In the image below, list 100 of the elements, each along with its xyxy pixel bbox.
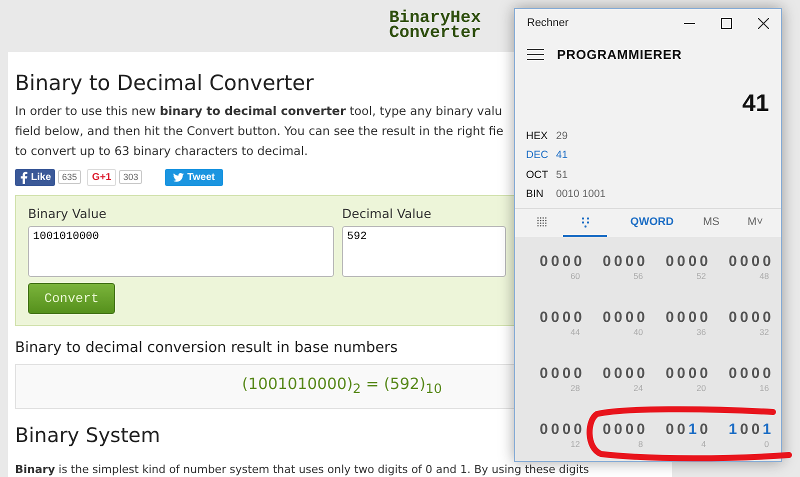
bit-toggle[interactable]: 0: [676, 253, 686, 271]
bit-toggle[interactable]: 0: [676, 421, 686, 439]
bit-toggle[interactable]: 0: [700, 309, 708, 327]
bit-toggle[interactable]: 0: [625, 365, 634, 383]
bit-toggle[interactable]: 0: [688, 253, 697, 271]
bit-position-label: 48: [760, 271, 770, 281]
bit-toggle[interactable]: 0: [614, 365, 622, 383]
bit-toggle[interactable]: 0: [740, 309, 748, 327]
bit-toggle[interactable]: 0: [602, 253, 611, 271]
memory-button[interactable]: M˅: [748, 209, 764, 237]
facebook-icon: [19, 170, 28, 184]
bit-toggle[interactable]: 0: [550, 421, 560, 439]
bit-toggle[interactable]: 0: [762, 253, 771, 271]
bit-toggle[interactable]: 0: [602, 365, 611, 383]
bit-toggle[interactable]: 0: [728, 309, 737, 327]
close-icon[interactable]: [758, 18, 769, 29]
bit-toggle[interactable]: 0: [666, 253, 674, 271]
bit-position-label: 12: [570, 439, 581, 449]
binary-value-field[interactable]: 1001010000: [28, 226, 334, 277]
bit-toggle[interactable]: 0: [574, 421, 582, 439]
bit-toggle[interactable]: 0: [751, 421, 760, 439]
word-size-button[interactable]: QWORD: [629, 209, 675, 237]
bit-toggle[interactable]: 0: [636, 253, 645, 271]
bit-toggle[interactable]: 0: [751, 365, 760, 383]
bit-toggle[interactable]: 0: [562, 365, 571, 383]
bit-toggle[interactable]: 0: [625, 253, 634, 271]
bit-position-label: 60: [570, 271, 581, 281]
bit-toggle[interactable]: 0: [700, 421, 708, 439]
bit-toggle[interactable]: 0: [574, 365, 582, 383]
bit-toggle[interactable]: 0: [540, 365, 548, 383]
number-base-row[interactable]: BIN 0010 1001: [515, 184, 781, 204]
google-plus-button[interactable]: G+1: [87, 168, 116, 186]
bit-toggle[interactable]: 0: [676, 365, 686, 383]
bit-toggle[interactable]: 1: [688, 421, 697, 439]
bit-toggle[interactable]: 0: [625, 421, 634, 439]
bit-position-label: 40: [634, 327, 644, 337]
bit-toggle[interactable]: 0: [740, 421, 748, 439]
bit-position-label: 36: [696, 327, 707, 337]
bit-toggle[interactable]: 0: [550, 253, 560, 271]
bit-toggle[interactable]: 0: [636, 365, 645, 383]
bit-toggle[interactable]: 0: [562, 253, 571, 271]
bit-toggle[interactable]: 0: [728, 365, 737, 383]
memory-button[interactable]: MS: [703, 209, 720, 237]
bit-toggle[interactable]: 0: [574, 309, 582, 327]
bit-toggle[interactable]: 0: [700, 253, 708, 271]
facebook-like-button[interactable]: Like: [15, 168, 56, 186]
bit-toggle[interactable]: 0: [550, 365, 560, 383]
bit-toggle[interactable]: 0: [614, 253, 622, 271]
bit-toggle[interactable]: 0: [562, 421, 571, 439]
bit-toggle[interactable]: 0: [700, 365, 708, 383]
bit-toggle[interactable]: 0: [574, 253, 582, 271]
bit-position-label: 28: [570, 383, 581, 393]
maximize-icon[interactable]: [721, 18, 732, 29]
bit-toggle[interactable]: 0: [602, 421, 611, 439]
intro-paragraph: In order to use this new binary to decimal converter tool, type any binary valu field below, and then hit the Convert button. You can see the result in the right fie to convert up to 63 binary characters to decimal.: [15, 103, 504, 160]
bit-toggle[interactable]: 0: [666, 309, 674, 327]
bit-toggle[interactable]: 0: [762, 365, 771, 383]
bit-toggle[interactable]: 0: [666, 365, 674, 383]
decimal-value-field[interactable]: 592: [342, 226, 506, 277]
menu-icon[interactable]: [527, 49, 544, 60]
bit-toggle[interactable]: 0: [666, 421, 674, 439]
bit-toggle[interactable]: 0: [751, 309, 760, 327]
display-value: 41: [741, 88, 770, 118]
bit-position-label: 24: [634, 383, 644, 393]
bit-toggle[interactable]: 0: [676, 309, 686, 327]
section-paragraph: Binary is the simplest kind of number system that uses only two digits of 0 and 1. By using these digits: [15, 464, 590, 476]
bit-toggle[interactable]: 1: [762, 421, 771, 439]
bit-toggle[interactable]: 0: [636, 421, 645, 439]
result-heading: Binary to decimal conversion result in base numbers: [15, 340, 398, 356]
bit-toggle[interactable]: 0: [636, 309, 645, 327]
bit-position-label: 4: [701, 439, 707, 449]
bit-toggle[interactable]: 0: [625, 309, 634, 327]
bit-toggle[interactable]: 0: [614, 421, 622, 439]
window-title: Rechner: [527, 17, 569, 30]
number-base-row[interactable]: HEX 29: [515, 126, 781, 146]
bit-position-label: 52: [696, 271, 707, 281]
bit-toggle[interactable]: 1: [728, 421, 737, 439]
bit-toggle[interactable]: 0: [740, 365, 748, 383]
tweet-button[interactable]: Tweet: [165, 168, 223, 186]
bit-toggle[interactable]: 0: [688, 309, 697, 327]
bit-toggle[interactable]: 0: [740, 253, 748, 271]
result-formula: (1001010000)$_{2}$ = (592)$_{10}$: [241, 375, 442, 398]
bit-toggle[interactable]: 0: [688, 365, 697, 383]
keypad-icon: [537, 217, 547, 227]
bit-toggle[interactable]: 0: [540, 421, 548, 439]
site-logo[interactable]: BinaryHex Converter: [389, 11, 481, 41]
bit-toggle[interactable]: 0: [751, 253, 760, 271]
bit-toggle[interactable]: 0: [762, 309, 771, 327]
bit-toggle[interactable]: 0: [550, 309, 560, 327]
bit-position-label: 32: [760, 327, 770, 337]
bit-toggle[interactable]: 0: [614, 309, 622, 327]
number-base-row[interactable]: DEC 41: [515, 146, 781, 165]
bit-toggle[interactable]: 0: [540, 253, 548, 271]
bit-toggle[interactable]: 0: [602, 309, 611, 327]
bit-toggle[interactable]: 0: [728, 253, 737, 271]
number-base-row[interactable]: OCT 51: [515, 165, 781, 184]
bit-toggle[interactable]: 0: [540, 309, 548, 327]
bit-toggle[interactable]: 0: [562, 309, 571, 327]
decimal-value-label: Decimal Value: [342, 206, 432, 221]
bit-position-label: 20: [696, 383, 707, 393]
